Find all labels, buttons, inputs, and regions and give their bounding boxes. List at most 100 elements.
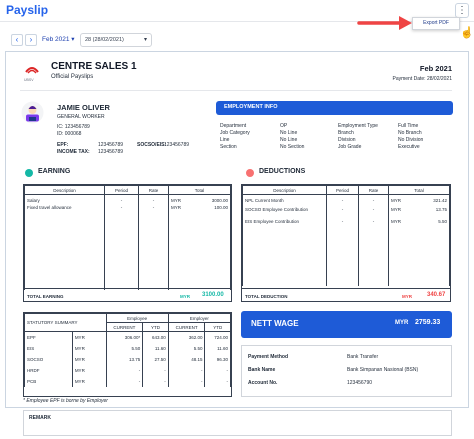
row-period: - xyxy=(326,194,359,203)
statutory-currency: MYR xyxy=(71,375,107,387)
earning-dot-icon xyxy=(25,169,33,177)
date-select[interactable]: 28 (28/02/2021) ▾ xyxy=(80,33,152,47)
employee-current: 13.75 xyxy=(105,353,144,365)
table-row: Salary - - MYR 3000.00 xyxy=(24,194,231,203)
row-total: 321.42 xyxy=(415,194,451,203)
table-row: PCB MYR - - - - xyxy=(24,375,231,387)
column-header: Period xyxy=(104,185,139,195)
table-row: SOCSO MYR 13.75 27.50 48.15 96.30 xyxy=(24,353,231,365)
asterisk: * xyxy=(138,334,141,340)
ytd-header: YTD xyxy=(142,322,169,332)
remark-box: REMARK xyxy=(23,410,452,436)
row-total: 100.00 xyxy=(193,203,231,211)
epf-label: EPF: xyxy=(57,142,69,148)
table-row: NPL Current Month - - MYR 321.42 xyxy=(242,194,451,203)
table-row: EIS Employee Contribution - - MYR 5.50 xyxy=(242,215,451,227)
employment-label: Line xyxy=(220,137,230,143)
statutory-name: EPF xyxy=(24,331,73,343)
employment-label: Branch xyxy=(338,130,354,136)
statutory-name: SOCSO xyxy=(24,353,73,365)
employment-label: Section xyxy=(220,144,237,150)
company-subtitle: Official Payslips xyxy=(51,74,94,80)
payment-value: Bank Transfer xyxy=(347,354,379,360)
total-deduction-value: 340.67 xyxy=(427,292,446,298)
annotation-arrow-icon xyxy=(357,16,412,30)
payment-label: Account No. xyxy=(248,380,278,386)
employment-value: No Line xyxy=(280,137,298,143)
total-earning-value: 3100.00 xyxy=(202,292,224,298)
row-period: - xyxy=(326,203,359,215)
total-deduction-currency: MYR xyxy=(402,294,412,299)
employee-ytd: - xyxy=(142,375,169,387)
employer-ytd: 96.30 xyxy=(204,353,231,365)
row-rate: - xyxy=(358,215,389,227)
employee-current: - xyxy=(105,364,144,376)
column-header: Total xyxy=(168,185,231,195)
employee-current: 5.50 xyxy=(105,342,144,354)
next-month-button[interactable]: › xyxy=(25,34,37,46)
employer-ytd: - xyxy=(204,364,231,376)
employee-ic: IC: 123456789 xyxy=(57,124,90,130)
month-select[interactable]: Feb 2021 ▾ xyxy=(42,34,75,46)
employer-ytd: 724.00 xyxy=(204,331,231,343)
employer-ytd: - xyxy=(204,375,231,387)
employer-ytd: 11.60 xyxy=(204,342,231,354)
employment-label: Division xyxy=(338,137,356,143)
kebab-menu-button[interactable]: ⋮ xyxy=(455,3,469,18)
payment-label: Bank Name xyxy=(248,367,276,373)
table-row: SOCSO Employee Contribution - - MYR 13.7… xyxy=(242,203,451,215)
logo-text: UBSV xyxy=(24,78,34,82)
deductions-dot-icon xyxy=(246,169,254,177)
row-period: - xyxy=(326,215,359,227)
nett-wage-value: 2759.33 xyxy=(415,319,441,326)
payment-date: Payment Date: 28/02/2021 xyxy=(392,76,453,82)
employment-value: No Branch xyxy=(398,130,422,136)
page-title: Payslip xyxy=(6,3,49,17)
epf-value: 123456789 xyxy=(98,142,124,148)
employee-header: Employee xyxy=(105,313,169,323)
payslip-period: Feb 2021 xyxy=(419,64,452,73)
employment-value: No Section xyxy=(280,144,305,150)
hand-cursor-icon: ☝ xyxy=(460,27,474,39)
chevron-down-icon: ▾ xyxy=(71,36,75,43)
total-earning-label: TOTAL EARNING xyxy=(27,294,64,299)
table-row: EPF MYR 306.00* 643.00 362.00 724.00 xyxy=(24,331,231,343)
row-total: 13.75 xyxy=(415,203,451,215)
socso-value: 123456789 xyxy=(164,142,190,148)
employee-ytd: - xyxy=(142,364,169,376)
employment-info-header: EMPLOYMENT INFO xyxy=(216,101,453,115)
row-period: - xyxy=(104,194,139,203)
statutory-currency: MYR xyxy=(71,353,107,365)
row-currency: MYR xyxy=(388,194,416,203)
statutory-currency: MYR xyxy=(71,342,107,354)
statutory-name: HRDF xyxy=(24,364,73,376)
table-row: EIS MYR 5.50 11.60 5.50 11.60 xyxy=(24,342,231,354)
employer-current: 362.00 xyxy=(167,331,206,343)
employment-value: OP xyxy=(280,123,288,129)
payment-label: Payment Method xyxy=(248,354,289,360)
row-currency: MYR xyxy=(388,203,416,215)
column-header: Rate xyxy=(138,185,169,195)
column-header: Rate xyxy=(358,185,389,195)
row-period: - xyxy=(104,203,139,211)
ytd-header: YTD xyxy=(204,322,231,332)
row-description: Fixed travel allowance xyxy=(24,203,105,211)
row-currency: MYR xyxy=(167,194,194,203)
statutory-title: STATUTORY SUMMARY xyxy=(24,313,107,332)
export-pdf-menu-item[interactable]: Export PDF xyxy=(412,17,460,30)
statutory-name: EIS xyxy=(24,342,73,354)
total-deduction-label: TOTAL DEDUCTION xyxy=(245,294,288,299)
row-rate: - xyxy=(138,194,169,203)
employee-ytd: 11.60 xyxy=(142,342,169,354)
statutory-currency: MYR xyxy=(71,364,107,376)
previous-month-button[interactable]: ‹ xyxy=(11,34,23,46)
nett-wage-label: NETT WAGE xyxy=(251,319,299,328)
nett-wage-currency: MYR xyxy=(395,320,409,326)
remark-label: REMARK xyxy=(29,415,51,421)
employee-current: 306.00* xyxy=(105,331,144,343)
kebab-icon: ⋮ xyxy=(457,5,467,16)
income-tax-value: 123456789 xyxy=(98,149,124,155)
nett-wage-banner: NETT WAGE MYR 2759.33 xyxy=(241,311,452,338)
row-rate: - xyxy=(358,194,389,203)
column-header: Total xyxy=(388,185,450,195)
